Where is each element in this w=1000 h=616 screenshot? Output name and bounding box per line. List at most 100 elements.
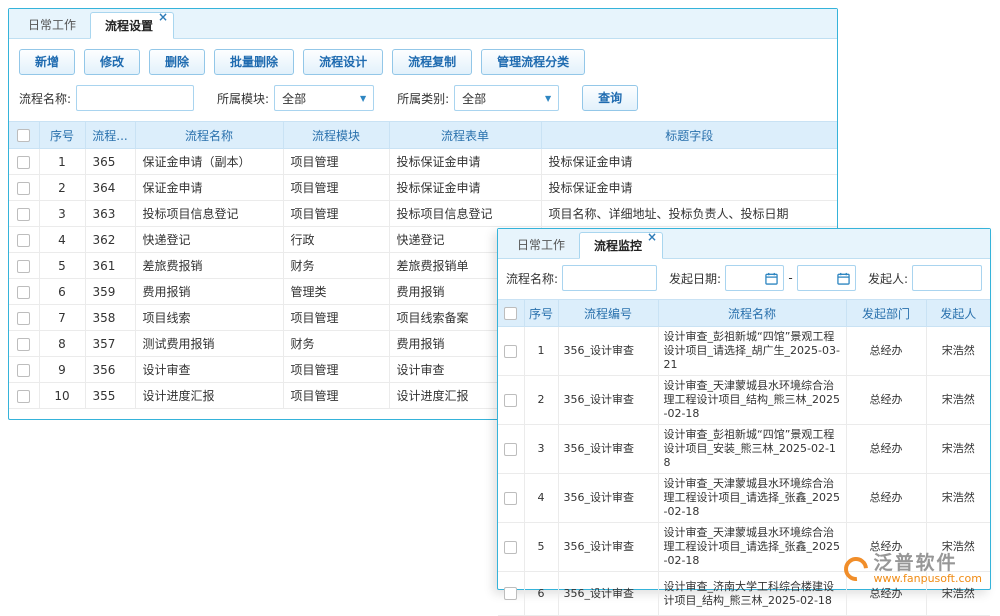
table-cell: 财务 bbox=[283, 331, 389, 357]
row-checkbox[interactable] bbox=[17, 208, 30, 221]
table-cell: 356_设计审查 bbox=[558, 376, 658, 425]
chevron-down-icon: ▼ bbox=[545, 94, 551, 103]
row-checkbox[interactable] bbox=[504, 492, 517, 505]
select-all-cell bbox=[498, 300, 524, 327]
process-copy-button[interactable]: 流程复制 bbox=[392, 49, 472, 75]
close-icon[interactable]: × bbox=[647, 231, 657, 243]
checkbox-cell bbox=[9, 201, 39, 227]
table-cell: 总经办 bbox=[846, 425, 926, 474]
process-name-input[interactable] bbox=[562, 265, 657, 291]
table-cell: 362 bbox=[85, 227, 135, 253]
module-label: 所属模块: bbox=[217, 90, 269, 107]
row-checkbox[interactable] bbox=[504, 587, 517, 600]
column-header-process-name: 流程名称 bbox=[135, 122, 283, 149]
process-name-label: 流程名称: bbox=[19, 90, 71, 107]
table-cell: 总经办 bbox=[846, 474, 926, 523]
table-cell: 4 bbox=[524, 474, 558, 523]
table-cell: 设计审查_济南大学工科综合楼建设计项目_结构_熊三林_2025-02-18 bbox=[658, 572, 846, 616]
row-checkbox[interactable] bbox=[17, 312, 30, 325]
table-row: 3356_设计审查设计审查_彭祖新城“四馆”景观工程设计项目_安装_熊三林_20… bbox=[498, 425, 990, 474]
fanpu-logo-icon bbox=[839, 552, 873, 586]
table-cell: 测试费用报销 bbox=[135, 331, 283, 357]
delete-button[interactable]: 删除 bbox=[149, 49, 205, 75]
column-header-process-form: 流程表单 bbox=[389, 122, 541, 149]
tab-bar: 日常工作 流程监控 × bbox=[498, 229, 990, 259]
table-row: 3363投标项目信息登记项目管理投标项目信息登记项目名称、详细地址、投标负责人、… bbox=[9, 201, 837, 227]
table-cell: 项目管理 bbox=[283, 201, 389, 227]
start-date-to-input[interactable] bbox=[797, 265, 856, 291]
table-cell: 356_设计审查 bbox=[558, 425, 658, 474]
table-cell: 投标保证金申请 bbox=[541, 175, 837, 201]
select-all-checkbox[interactable] bbox=[17, 129, 30, 142]
table-cell: 356_设计审查 bbox=[558, 572, 658, 616]
row-checkbox[interactable] bbox=[17, 182, 30, 195]
tab-process-settings[interactable]: 流程设置 × bbox=[90, 12, 174, 39]
table-cell: 投标保证金申请 bbox=[541, 149, 837, 175]
table-cell: 费用报销 bbox=[135, 279, 283, 305]
category-select[interactable]: 全部 ▼ bbox=[454, 85, 559, 111]
select-all-checkbox[interactable] bbox=[504, 307, 517, 320]
row-checkbox[interactable] bbox=[504, 443, 517, 456]
table-cell: 投标保证金申请 bbox=[389, 175, 541, 201]
row-checkbox[interactable] bbox=[17, 286, 30, 299]
row-checkbox[interactable] bbox=[17, 338, 30, 351]
table-cell: 项目管理 bbox=[283, 149, 389, 175]
row-checkbox[interactable] bbox=[17, 156, 30, 169]
table-cell: 364 bbox=[85, 175, 135, 201]
table-cell: 财务 bbox=[283, 253, 389, 279]
table-cell: 4 bbox=[39, 227, 85, 253]
category-label: 所属类别: bbox=[397, 90, 449, 107]
module-select[interactable]: 全部 ▼ bbox=[274, 85, 374, 111]
checkbox-cell bbox=[9, 357, 39, 383]
column-header-process-module: 流程模块 bbox=[283, 122, 389, 149]
process-design-button[interactable]: 流程设计 bbox=[303, 49, 383, 75]
table-cell: 项目管理 bbox=[283, 305, 389, 331]
watermark-url: www.fanpusoft.com bbox=[874, 573, 982, 585]
batch-delete-button[interactable]: 批量删除 bbox=[214, 49, 294, 75]
calendar-icon[interactable] bbox=[837, 272, 850, 285]
start-date-from-input[interactable] bbox=[725, 265, 784, 291]
checkbox-cell bbox=[498, 376, 524, 425]
row-checkbox[interactable] bbox=[17, 260, 30, 273]
watermark-brand: 泛普软件 bbox=[874, 553, 982, 573]
tab-process-monitor[interactable]: 流程监控 × bbox=[579, 232, 663, 259]
table-cell: 项目管理 bbox=[283, 175, 389, 201]
table-row: 2356_设计审查设计审查_天津蒙城县水环境综合治理工程设计项目_结构_熊三林_… bbox=[498, 376, 990, 425]
table-cell: 设计审查_天津蒙城县水环境综合治理工程设计项目_请选择_张鑫_2025-02-1… bbox=[658, 474, 846, 523]
tab-daily-work[interactable]: 日常工作 bbox=[503, 233, 579, 258]
query-button[interactable]: 查询 bbox=[582, 85, 638, 111]
initiator-label: 发起人: bbox=[868, 270, 908, 287]
module-select-value: 全部 bbox=[282, 90, 306, 107]
tab-daily-work[interactable]: 日常工作 bbox=[14, 13, 90, 38]
checkbox-cell bbox=[498, 572, 524, 616]
row-checkbox[interactable] bbox=[504, 394, 517, 407]
table-cell: 管理类 bbox=[283, 279, 389, 305]
start-date-label: 发起日期: bbox=[669, 270, 721, 287]
row-checkbox[interactable] bbox=[504, 541, 517, 554]
table-cell: 设计审查_彭祖新城“四馆”景观工程设计项目_安装_熊三林_2025-02-18 bbox=[658, 425, 846, 474]
table-cell: 差旅费报销 bbox=[135, 253, 283, 279]
process-name-input[interactable] bbox=[76, 85, 194, 111]
manage-process-category-button[interactable]: 管理流程分类 bbox=[481, 49, 585, 75]
row-checkbox[interactable] bbox=[17, 390, 30, 403]
calendar-icon[interactable] bbox=[765, 272, 778, 285]
add-button[interactable]: 新增 bbox=[19, 49, 75, 75]
row-checkbox[interactable] bbox=[17, 364, 30, 377]
table-row: 1356_设计审查设计审查_彭祖新城“四馆”景观工程设计项目_请选择_胡广生_2… bbox=[498, 327, 990, 376]
select-all-cell bbox=[9, 122, 39, 149]
tab-label: 流程设置 bbox=[105, 19, 153, 33]
row-checkbox[interactable] bbox=[504, 345, 517, 358]
close-icon[interactable]: × bbox=[158, 11, 168, 23]
initiator-input[interactable] bbox=[912, 265, 982, 291]
table-cell: 总经办 bbox=[846, 327, 926, 376]
table-cell: 设计审查_彭祖新城“四馆”景观工程设计项目_请选择_胡广生_2025-03-21 bbox=[658, 327, 846, 376]
column-header-initiator: 发起人 bbox=[926, 300, 990, 327]
filter-bar: 流程名称: 所属模块: 全部 ▼ 所属类别: 全部 ▼ 查询 bbox=[9, 81, 837, 121]
table-cell: 设计审查 bbox=[135, 357, 283, 383]
table-cell: 宋浩然 bbox=[926, 425, 990, 474]
table-cell: 356_设计审查 bbox=[558, 474, 658, 523]
table-cell: 设计审查_天津蒙城县水环境综合治理工程设计项目_请选择_张鑫_2025-02-1… bbox=[658, 523, 846, 572]
table-cell: 项目管理 bbox=[283, 357, 389, 383]
modify-button[interactable]: 修改 bbox=[84, 49, 140, 75]
row-checkbox[interactable] bbox=[17, 234, 30, 247]
